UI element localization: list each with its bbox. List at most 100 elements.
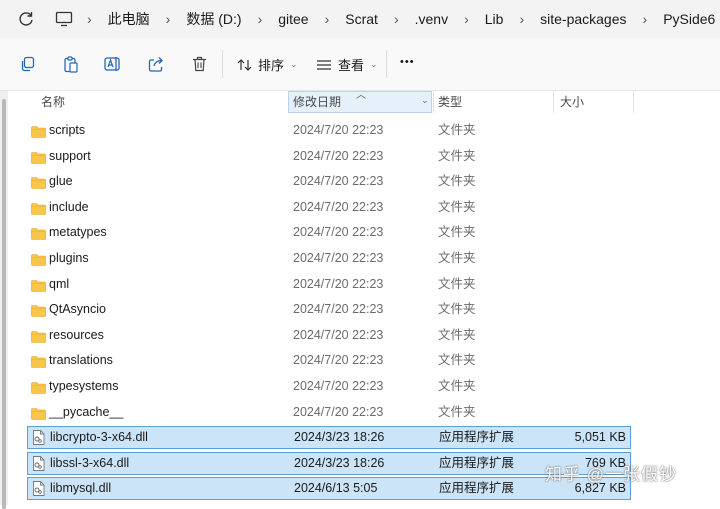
column-divider[interactable]: [553, 91, 554, 113]
file-type: 文件夹: [438, 225, 476, 240]
file-size: 5,051 KB: [574, 430, 626, 445]
folder-icon: [31, 302, 46, 317]
file-row[interactable]: libcrypto-3-x64.dll 2024/3/23 18:26 应用程序扩展…: [27, 426, 631, 450]
file-row[interactable]: typesystems 2024/7/20 22:23 文件夹: [27, 375, 631, 397]
file-modified: 2024/7/20 22:23: [293, 353, 384, 368]
copy-button[interactable]: [15, 51, 41, 77]
file-row[interactable]: scripts 2024/7/20 22:23 文件夹: [27, 119, 631, 141]
chevron-right-icon[interactable]: ›: [394, 11, 399, 27]
file-modified: 2024/7/20 22:23: [293, 251, 384, 265]
sort-label: 排序: [258, 58, 285, 73]
file-row[interactable]: qml 2024/7/20 22:23 文件夹: [27, 273, 631, 295]
file-name: scripts: [49, 123, 86, 137]
column-filter-chevron-icon[interactable]: ⌄: [421, 95, 429, 106]
chevron-right-icon[interactable]: ›: [519, 11, 524, 27]
file-row[interactable]: translations 2024/7/20 22:23 文件夹: [27, 349, 631, 371]
file-modified: 2024/7/20 22:23: [293, 404, 384, 419]
chevron-down-icon: ⌄: [370, 59, 378, 69]
breadcrumb-item[interactable]: › .venv: [378, 11, 448, 27]
more-icon: •••: [400, 56, 415, 68]
column-header-type[interactable]: 类型: [438, 91, 462, 113]
refresh-icon[interactable]: [17, 10, 35, 28]
file-row[interactable]: __pycache__ 2024/7/20 22:23 文件夹: [27, 401, 631, 423]
file-name: support: [49, 148, 91, 163]
file-name: resources: [49, 327, 104, 342]
folder-icon: [31, 277, 46, 292]
file-type: 文件夹: [438, 353, 476, 368]
breadcrumb-item[interactable]: › 数据 (D:): [150, 9, 242, 29]
folder-icon: [31, 328, 46, 343]
file-row[interactable]: plugins 2024/7/20 22:23 文件夹: [27, 247, 631, 269]
chevron-right-icon[interactable]: ›: [325, 11, 330, 27]
file-type: 文件夹: [438, 404, 476, 419]
folder-icon: [31, 225, 46, 241]
column-divider[interactable]: [633, 91, 634, 113]
breadcrumb-item[interactable]: › Lib: [448, 11, 503, 27]
view-icon: [317, 59, 331, 70]
file-type: 应用程序扩展: [439, 481, 515, 496]
file-type: 文件夹: [438, 251, 476, 265]
file-row[interactable]: libmysql.dll 2024/6/13 5:05 应用程序扩展 6,827 KB: [27, 477, 631, 501]
breadcrumb-item[interactable]: › gitee: [242, 11, 309, 27]
breadcrumb-item[interactable]: › 此电脑: [87, 9, 150, 29]
more-options-button[interactable]: •••: [400, 56, 415, 68]
chevron-right-icon[interactable]: ›: [87, 11, 92, 27]
folder-icon: [31, 405, 46, 420]
file-name: libssl-3-x64.dll: [50, 455, 130, 470]
column-header-modified[interactable]: 修改日期: [293, 91, 341, 113]
this-pc-icon[interactable]: [55, 11, 73, 27]
file-modified: 2024/7/20 22:23: [293, 276, 384, 291]
file-name: typesystems: [49, 379, 119, 393]
command-bar: 排序 ⌄ 查看 ⌄ •••: [0, 38, 720, 91]
folder-icon: [31, 149, 46, 164]
file-modified: 2024/7/20 22:23: [293, 225, 384, 240]
rename-icon: [104, 57, 120, 71]
navigation-pane-scrollbar[interactable]: [0, 91, 8, 509]
file-row[interactable]: support 2024/7/20 22:23 文件夹: [27, 145, 631, 167]
file-type: 文件夹: [438, 327, 476, 342]
file-row[interactable]: QtAsyncio 2024/7/20 22:23 文件夹: [27, 298, 631, 320]
dll-file-icon: [32, 481, 47, 497]
breadcrumb-item[interactable]: › Scrat: [309, 11, 378, 27]
rename-button[interactable]: [100, 51, 126, 77]
share-button[interactable]: [143, 51, 169, 77]
sort-ascending-icon: ︿: [356, 90, 366, 101]
column-header-name[interactable]: 名称: [41, 91, 65, 113]
breadcrumb-label: Scrat: [345, 11, 378, 27]
toolbar-divider: [222, 50, 223, 78]
column-header-size[interactable]: 大小: [560, 91, 584, 113]
folder-icon: [31, 379, 46, 394]
chevron-right-icon[interactable]: ›: [643, 11, 648, 27]
file-modified: 2024/7/20 22:23: [293, 199, 384, 214]
file-row[interactable]: resources 2024/7/20 22:23 文件夹: [27, 324, 631, 346]
folder-icon: [31, 353, 46, 369]
chevron-right-icon[interactable]: ›: [166, 11, 171, 27]
column-divider[interactable]: [433, 91, 434, 113]
file-row[interactable]: libssl-3-x64.dll 2024/3/23 18:26 应用程序扩展 769…: [27, 451, 631, 475]
toolbar-divider: [386, 50, 387, 78]
chevron-right-icon[interactable]: ›: [258, 11, 263, 27]
file-row[interactable]: glue 2024/7/20 22:23 文件夹: [27, 170, 631, 192]
scrollbar-thumb[interactable]: [2, 99, 6, 509]
file-name: plugins: [49, 251, 89, 265]
file-row[interactable]: metatypes 2024/7/20 22:23 文件夹: [27, 221, 631, 243]
breadcrumb-item[interactable]: › PySide6: [627, 11, 716, 27]
dll-file-icon: [32, 455, 47, 471]
file-name: glue: [49, 174, 73, 189]
file-modified: 2024/7/20 22:23: [293, 174, 384, 189]
view-button[interactable]: 查看 ⌄: [316, 55, 378, 74]
paste-icon: [64, 55, 78, 73]
delete-button[interactable]: [186, 51, 212, 77]
file-modified: 2024/7/20 22:23: [293, 327, 384, 342]
paste-button[interactable]: [58, 51, 84, 77]
breadcrumb-label: Lib: [484, 11, 504, 27]
breadcrumb-item[interactable]: › site-packages: [503, 11, 626, 27]
sort-button[interactable]: 排序 ⌄: [237, 55, 298, 74]
chevron-right-icon[interactable]: ›: [464, 11, 469, 27]
file-row[interactable]: include 2024/7/20 22:23 文件夹: [27, 196, 631, 218]
folder-icon: [31, 174, 46, 189]
folder-icon: [31, 251, 46, 266]
file-name: libmysql.dll: [50, 481, 112, 496]
dll-file-icon: [32, 430, 47, 446]
breadcrumb-label: 此电脑: [107, 11, 150, 27]
